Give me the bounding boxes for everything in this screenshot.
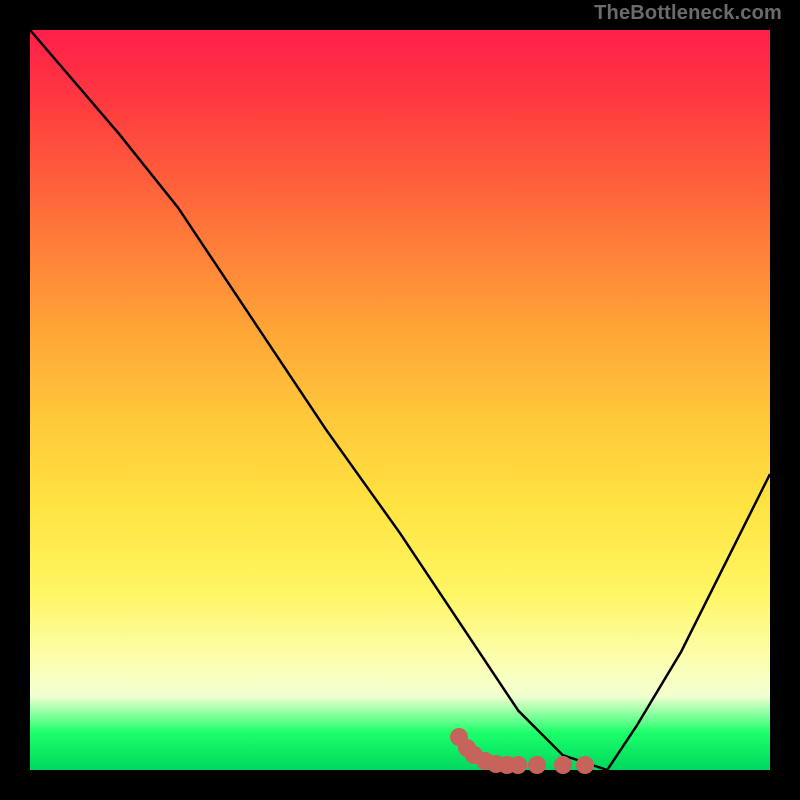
curve-svg — [30, 30, 770, 770]
plot-area — [30, 30, 770, 770]
watermark-text: TheBottleneck.com — [594, 2, 782, 25]
curve-path — [30, 30, 770, 770]
chart-frame: TheBottleneck.com — [0, 0, 800, 800]
